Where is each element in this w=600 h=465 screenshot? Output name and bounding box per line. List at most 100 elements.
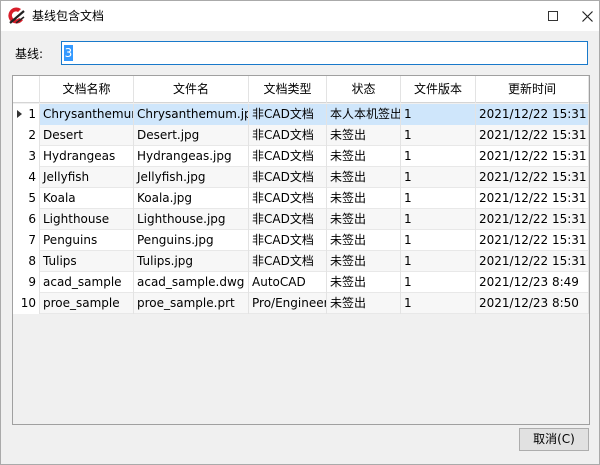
cell-doc-name[interactable]: Hydrangeas [40, 146, 134, 167]
cell-updated[interactable]: 2021/12/23 8:50 [476, 293, 589, 314]
cell-file-name[interactable]: Penguins.jpg [134, 230, 249, 251]
cancel-button[interactable]: 取消(C) [519, 428, 589, 451]
cell-version[interactable]: 1 [401, 251, 476, 272]
cell-updated[interactable]: 2021/12/22 15:31 [476, 125, 589, 146]
table-row[interactable]: 7 Penguins Penguins.jpg 非CAD文档 未签出 1 202… [13, 230, 589, 251]
cell-file-name[interactable]: Jellyfish.jpg [134, 167, 249, 188]
table-row[interactable]: 4 Jellyfish Jellyfish.jpg 非CAD文档 未签出 1 2… [13, 167, 589, 188]
cell-doc-name[interactable]: Koala [40, 188, 134, 209]
cell-version[interactable]: 1 [401, 125, 476, 146]
table-row[interactable]: 6 Lighthouse Lighthouse.jpg 非CAD文档 未签出 1… [13, 209, 589, 230]
close-button[interactable] [567, 1, 600, 31]
cell-status[interactable]: 未签出 [327, 167, 401, 188]
row-header[interactable]: 4 [13, 167, 40, 188]
row-header[interactable]: 8 [13, 251, 40, 272]
cell-doc-type[interactable]: AutoCAD [249, 272, 327, 293]
cell-doc-name[interactable]: proe_sample [40, 293, 134, 314]
cell-file-name[interactable]: Lighthouse.jpg [134, 209, 249, 230]
cell-status[interactable]: 未签出 [327, 251, 401, 272]
cell-updated[interactable]: 2021/12/22 15:31 [476, 230, 589, 251]
column-header-rownum [13, 76, 40, 103]
cell-updated[interactable]: 2021/12/22 15:31 [476, 146, 589, 167]
cell-doc-name[interactable]: Penguins [40, 230, 134, 251]
window-title: 基线包含文档 [32, 9, 105, 23]
cell-version[interactable]: 1 [401, 209, 476, 230]
cell-status[interactable]: 未签出 [327, 125, 401, 146]
cell-version[interactable]: 1 [401, 272, 476, 293]
row-header[interactable]: 10 [13, 293, 40, 314]
row-header[interactable]: 3 [13, 146, 40, 167]
cell-doc-name[interactable]: Jellyfish [40, 167, 134, 188]
document-table[interactable]: 文档名称 文件名 文档类型 状态 文件版本 更新时间 1 Chrysanthem… [12, 75, 590, 425]
table-row[interactable]: 9 acad_sample acad_sample.dwg AutoCAD 未签… [13, 272, 589, 293]
cell-doc-type[interactable]: Pro/Engineer [249, 293, 327, 314]
table-row[interactable]: 2 Desert Desert.jpg 非CAD文档 未签出 1 2021/12… [13, 125, 589, 146]
table-header: 文档名称 文件名 文档类型 状态 文件版本 更新时间 [13, 76, 589, 103]
cell-doc-type[interactable]: 非CAD文档 [249, 104, 327, 125]
baseline-input[interactable] [61, 41, 588, 65]
cell-doc-type[interactable]: 非CAD文档 [249, 230, 327, 251]
cell-version[interactable]: 1 [401, 293, 476, 314]
cell-doc-type[interactable]: 非CAD文档 [249, 125, 327, 146]
row-header[interactable]: 1 [13, 104, 40, 125]
cell-status[interactable]: 未签出 [327, 188, 401, 209]
row-header[interactable]: 2 [13, 125, 40, 146]
cell-version[interactable]: 1 [401, 104, 476, 125]
cell-doc-type[interactable]: 非CAD文档 [249, 209, 327, 230]
table-row[interactable]: 10 proe_sample proe_sample.prt Pro/Engin… [13, 293, 589, 314]
table-row[interactable]: 3 Hydrangeas Hydrangeas.jpg 非CAD文档 未签出 1… [13, 146, 589, 167]
maximize-icon [548, 11, 558, 21]
cell-status[interactable]: 未签出 [327, 230, 401, 251]
cell-file-name[interactable]: Hydrangeas.jpg [134, 146, 249, 167]
cell-version[interactable]: 1 [401, 230, 476, 251]
cell-status[interactable]: 未签出 [327, 293, 401, 314]
row-header[interactable]: 5 [13, 188, 40, 209]
title-bar[interactable]: 基线包含文档 [1, 1, 599, 31]
row-header[interactable]: 7 [13, 230, 40, 251]
cell-updated[interactable]: 2021/12/22 15:31 [476, 104, 589, 125]
column-header-file-name[interactable]: 文件名 [134, 76, 249, 103]
cell-version[interactable]: 1 [401, 167, 476, 188]
cell-file-name[interactable]: acad_sample.dwg [134, 272, 249, 293]
row-header[interactable]: 6 [13, 209, 40, 230]
row-pointer-icon [17, 110, 22, 118]
cell-file-name[interactable]: Koala.jpg [134, 188, 249, 209]
cell-doc-type[interactable]: 非CAD文档 [249, 251, 327, 272]
cell-doc-type[interactable]: 非CAD文档 [249, 188, 327, 209]
cell-doc-type[interactable]: 非CAD文档 [249, 167, 327, 188]
column-header-doc-name[interactable]: 文档名称 [40, 76, 134, 103]
cell-file-name[interactable]: Tulips.jpg [134, 251, 249, 272]
row-header[interactable]: 9 [13, 272, 40, 293]
cell-file-name[interactable]: proe_sample.prt [134, 293, 249, 314]
table-row[interactable]: 8 Tulips Tulips.jpg 非CAD文档 未签出 1 2021/12… [13, 251, 589, 272]
column-header-updated[interactable]: 更新时间 [476, 76, 589, 103]
cell-doc-name[interactable]: acad_sample [40, 272, 134, 293]
cell-doc-name[interactable]: Tulips [40, 251, 134, 272]
table-row[interactable]: 5 Koala Koala.jpg 非CAD文档 未签出 1 2021/12/2… [13, 188, 589, 209]
cell-doc-name[interactable]: Desert [40, 125, 134, 146]
cell-updated[interactable]: 2021/12/22 15:31 [476, 209, 589, 230]
cell-updated[interactable]: 2021/12/22 15:31 [476, 167, 589, 188]
cell-updated[interactable]: 2021/12/22 15:31 [476, 251, 589, 272]
cell-status[interactable]: 未签出 [327, 272, 401, 293]
cell-version[interactable]: 1 [401, 146, 476, 167]
cell-doc-type[interactable]: 非CAD文档 [249, 146, 327, 167]
cell-doc-name[interactable]: Chrysanthemum [40, 104, 134, 125]
cell-file-name[interactable]: Chrysanthemum.jpg [134, 104, 249, 125]
table-row[interactable]: 1 Chrysanthemum Chrysanthemum.jpg 非CAD文档… [13, 104, 589, 125]
row-number: 1 [28, 107, 36, 121]
cell-file-name[interactable]: Desert.jpg [134, 125, 249, 146]
cell-version[interactable]: 1 [401, 188, 476, 209]
column-header-version[interactable]: 文件版本 [401, 76, 476, 103]
column-header-doc-type[interactable]: 文档类型 [249, 76, 327, 103]
column-header-status[interactable]: 状态 [327, 76, 401, 103]
close-icon [581, 10, 593, 22]
cell-doc-name[interactable]: Lighthouse [40, 209, 134, 230]
app-logo-icon [7, 6, 27, 26]
dialog-window: 基线包含文档 基线: 3 文档名称 文件名 文档类型 状态 文件版本 更新时间 … [0, 0, 600, 465]
cell-status[interactable]: 本人本机签出 [327, 104, 401, 125]
cell-status[interactable]: 未签出 [327, 209, 401, 230]
cell-updated[interactable]: 2021/12/23 8:49 [476, 272, 589, 293]
cell-status[interactable]: 未签出 [327, 146, 401, 167]
cell-updated[interactable]: 2021/12/22 15:31 [476, 188, 589, 209]
